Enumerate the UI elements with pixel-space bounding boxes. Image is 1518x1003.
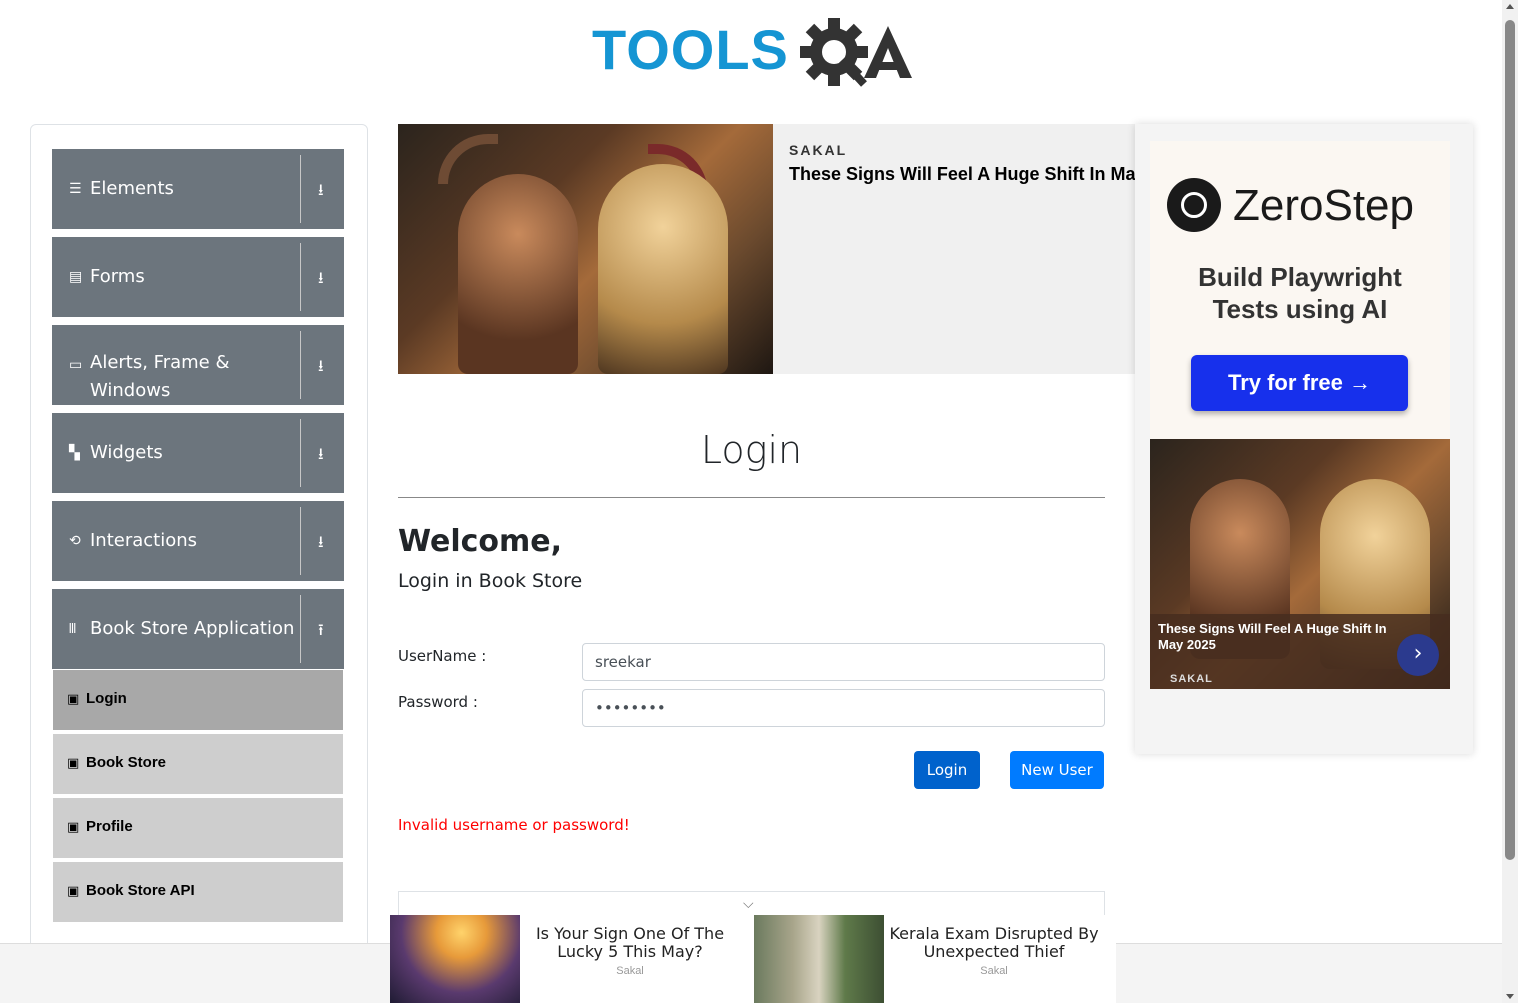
bottom-ad[interactable]: Is Your Sign One Of The Lucky 5 This May… [390, 915, 1116, 1003]
sidebar-item-book-store[interactable]: ▣ Book Store [53, 734, 343, 796]
html5-icon: ▣ [67, 692, 80, 707]
sidebar-item-label: Book Store [86, 754, 167, 771]
chevron-right-icon[interactable]: › [1397, 634, 1439, 676]
html5-icon: ▣ [67, 820, 80, 835]
scroll-up-icon[interactable] [1506, 4, 1514, 9]
welcome-heading: Welcome, [398, 524, 563, 559]
try-for-free-button[interactable]: Try for free → [1191, 355, 1408, 411]
vertical-scrollbar[interactable] [1502, 0, 1518, 1003]
toolsqa-logo[interactable]: TOOLS [592, 14, 916, 94]
group-forms-label: Forms [90, 266, 145, 287]
html5-icon: ▣ [67, 884, 80, 899]
password-input[interactable]: •••••••• [582, 689, 1105, 727]
ad-image[interactable] [398, 124, 773, 374]
group-widgets[interactable]: ▚ Widgets ⭳ [52, 413, 344, 493]
group-alerts-frame-windows[interactable]: ▭ Alerts, Frame & Windows ⭳ [52, 325, 344, 405]
ad-card-headline[interactable]: These Signs Will Feel A Huge Shift In Ma… [1158, 621, 1408, 653]
list-icon: ☰ [69, 181, 82, 197]
logo-a-glyph [864, 26, 912, 78]
divider [398, 497, 1105, 498]
download-arrow-icon[interactable]: ⭳ [318, 355, 334, 375]
widgets-icon: ▚ [69, 445, 80, 461]
sidebar-item-label: Book Store API [86, 882, 195, 899]
ad-image-detail [438, 134, 498, 184]
logo-text-tools: TOOLS [592, 18, 789, 81]
upload-arrow-icon[interactable]: ⭱ [318, 619, 334, 639]
sidebar-item-login[interactable]: ▣ Login [53, 670, 343, 732]
sidebar-item-book-store-api[interactable]: ▣ Book Store API [53, 862, 343, 924]
group-interactions[interactable]: ⟲ Interactions ⭳ [52, 501, 344, 581]
divider [300, 155, 301, 223]
tagline-line-1: Build Playwright [1198, 262, 1402, 292]
html5-icon: ▣ [67, 756, 80, 771]
ad-thumbnail[interactable] [754, 915, 884, 1003]
group-forms[interactable]: ▤ Forms ⭳ [52, 237, 344, 317]
ad-headline[interactable]: These Signs Will Feel A Huge Shift In Ma [789, 164, 1135, 185]
group-widgets-label: Widgets [90, 442, 163, 463]
sidebar-item-label: Profile [86, 818, 133, 835]
error-message: Invalid username or password! [398, 816, 630, 834]
download-arrow-icon[interactable]: ⭳ [318, 267, 334, 287]
username-label: UserName : [398, 647, 487, 665]
group-alerts-label: Alerts, Frame & Windows [90, 352, 230, 401]
login-subtitle: Login in Book Store [398, 570, 583, 592]
download-arrow-icon[interactable]: ⭳ [318, 179, 334, 199]
divider [300, 595, 301, 663]
bottom-ad-source-2: Sakal [980, 965, 1008, 977]
group-book-store-label: Book Store Application [90, 618, 295, 639]
divider [300, 243, 301, 311]
login-button[interactable]: Login [914, 751, 980, 789]
group-elements-label: Elements [90, 178, 174, 199]
chevron-down-icon[interactable]: ⌵ [743, 896, 754, 912]
ad-sidebar-right[interactable]: ZeroStep Build Playwright Tests using AI… [1135, 124, 1473, 754]
bottom-ad-source-1: Sakal [616, 965, 644, 977]
sidebar-item-profile[interactable]: ▣ Profile [53, 798, 343, 860]
ad-thumbnail[interactable] [390, 915, 520, 1003]
zerostep-logo-icon [1167, 178, 1221, 232]
page-title: Login [700, 428, 803, 472]
download-arrow-icon[interactable]: ⭳ [318, 531, 334, 551]
zerostep-tagline: Build Playwright Tests using AI [1150, 261, 1450, 325]
divider [300, 507, 301, 575]
zerostep-ad[interactable]: ZeroStep Build Playwright Tests using AI… [1150, 141, 1450, 441]
ad-banner-top[interactable]: SAKAL These Signs Will Feel A Huge Shift… [398, 124, 1135, 374]
left-panel-menu: ☰ Elements ⭳ ▤ Forms ⭳ ▭ Alerts, Frame &… [30, 124, 368, 964]
group-book-store-application[interactable]: 𝍫 Book Store Application ⭱ [52, 589, 344, 669]
new-user-button[interactable]: New User [1010, 751, 1104, 789]
bottom-ad-title-1[interactable]: Is Your Sign One Of The Lucky 5 This May… [520, 925, 740, 961]
interactions-icon: ⟲ [69, 533, 81, 549]
username-input[interactable]: sreekar [582, 643, 1105, 681]
download-arrow-icon[interactable]: ⭳ [318, 443, 334, 463]
password-label: Password : [398, 693, 478, 711]
ad-card[interactable]: These Signs Will Feel A Huge Shift In Ma… [1150, 439, 1450, 689]
divider [300, 331, 301, 399]
divider [300, 419, 301, 487]
group-interactions-label: Interactions [90, 530, 198, 551]
window-icon: ▭ [69, 357, 83, 373]
sidebar-item-label: Login [86, 690, 127, 707]
books-icon: 𝍫 [69, 621, 76, 637]
form-icon: ▤ [69, 269, 83, 285]
ad-image-figure [598, 164, 728, 374]
ad-image-figure [458, 174, 578, 374]
bottom-ad-title-2[interactable]: Kerala Exam Disrupted By Unexpected Thie… [884, 925, 1104, 961]
scrollbar-thumb[interactable] [1505, 20, 1515, 860]
ad-source: SAKAL [789, 142, 848, 158]
zerostep-brand: ZeroStep [1233, 181, 1414, 230]
tagline-line-2: Tests using AI [1212, 294, 1388, 324]
ad-card-source: SAKAL [1170, 673, 1213, 685]
group-elements[interactable]: ☰ Elements ⭳ [52, 149, 344, 229]
scroll-down-icon[interactable] [1506, 994, 1514, 999]
